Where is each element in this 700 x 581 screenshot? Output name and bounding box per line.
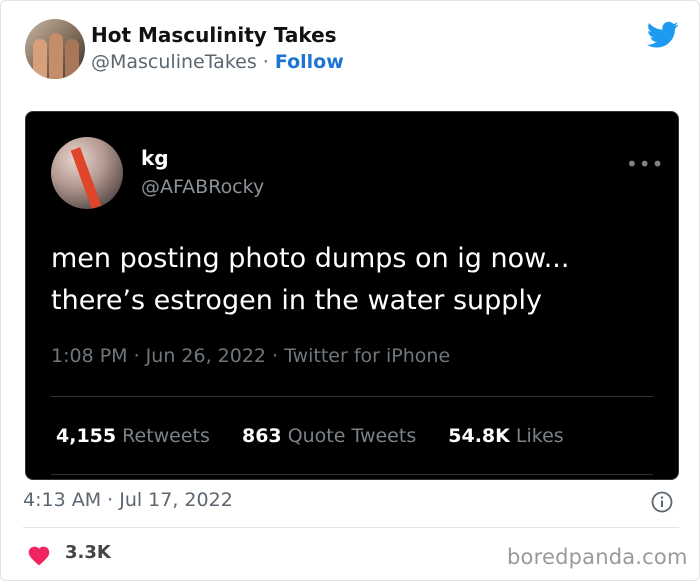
embedded-tweet-screenshot: kg @AFABRocky ••• men posting photo dump…: [25, 111, 679, 480]
embedded-author-handle: @AFABRocky: [141, 176, 265, 198]
twitter-bird-icon[interactable]: [647, 21, 679, 49]
tweet-timestamp[interactable]: 4:13 AM · Jul 17, 2022: [23, 489, 233, 511]
info-icon[interactable]: [651, 491, 673, 513]
divider: [51, 396, 653, 397]
quotes-label: Quote Tweets: [287, 425, 417, 447]
like-count[interactable]: 3.3K: [65, 542, 111, 563]
tweet-card: Hot Masculinity Takes @MasculineTakes · …: [0, 0, 700, 581]
likes-label: Likes: [515, 425, 564, 447]
footer-divider: [23, 527, 679, 528]
follow-button[interactable]: Follow: [275, 51, 344, 73]
likes-count: 54.8K: [448, 425, 510, 447]
author-name[interactable]: Hot Masculinity Takes: [91, 23, 337, 47]
retweets-label: Retweets: [122, 425, 210, 447]
profile-avatar[interactable]: [25, 19, 85, 79]
divider: [51, 474, 653, 475]
boredpanda-watermark: boredpanda.com: [507, 545, 688, 569]
embedded-author-name: kg: [141, 146, 169, 170]
tweet-text-line-2: there’s estrogen in the water supply: [51, 285, 542, 316]
quotes-stat: 863 Quote Tweets: [242, 425, 416, 447]
embedded-tweet-text: men posting photo dumps on ig now... the…: [51, 238, 661, 322]
likes-stat: 54.8K Likes: [448, 425, 563, 447]
more-options-icon: •••: [626, 152, 665, 176]
retweets-count: 4,155: [56, 425, 117, 447]
quotes-count: 863: [241, 425, 282, 447]
tweet-text-line-1: men posting photo dumps on ig now...: [51, 243, 570, 274]
author-handle[interactable]: @MasculineTakes: [91, 51, 257, 73]
embedded-avatar: [51, 137, 123, 209]
embedded-tweet-stats: 4,155 Retweets 863 Quote Tweets 54.8K Li…: [56, 425, 590, 447]
retweets-stat: 4,155 Retweets: [56, 425, 210, 447]
embedded-tweet-meta: 1:08 PM · Jun 26, 2022 · Twitter for iPh…: [51, 345, 451, 367]
heart-icon[interactable]: [27, 544, 51, 566]
separator-dot: ·: [262, 51, 269, 73]
author-handle-row: @MasculineTakes · Follow: [91, 51, 344, 73]
